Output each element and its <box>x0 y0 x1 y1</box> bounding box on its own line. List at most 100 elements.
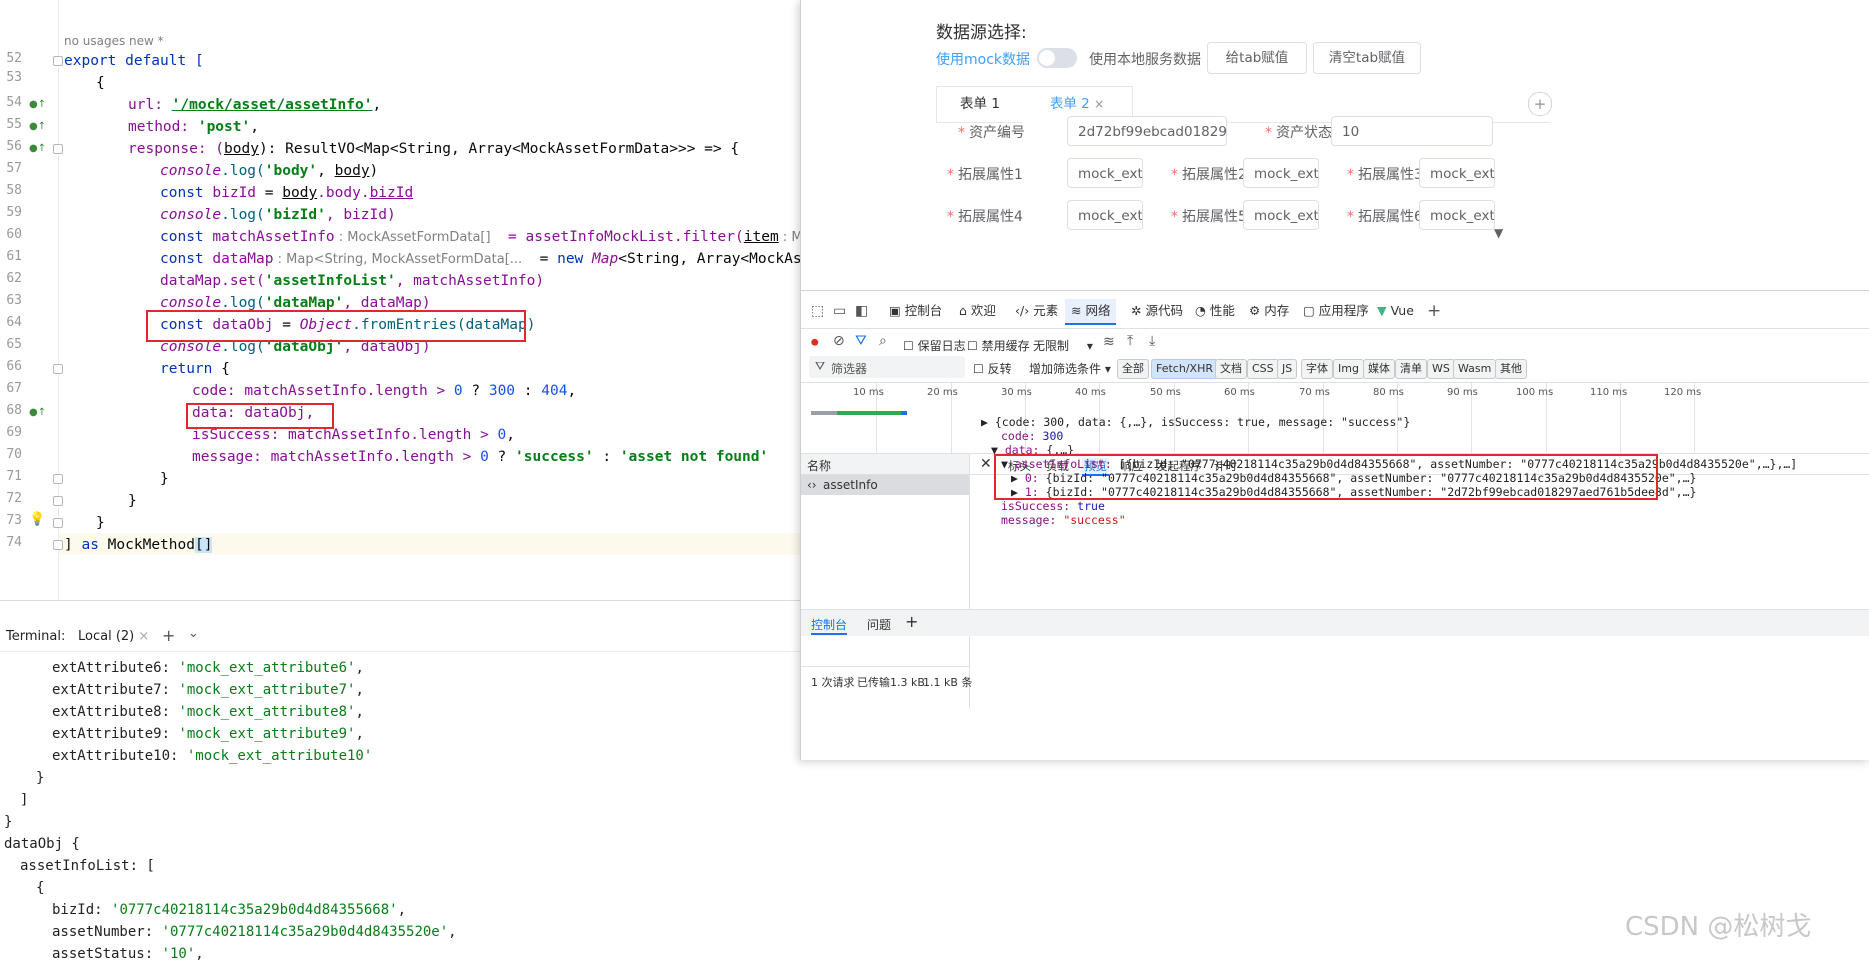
add-icon[interactable]: + <box>162 626 175 645</box>
fold-marker-icon[interactable] <box>53 474 63 484</box>
code-line-56: response: (body): ResultVO<Map<String, A… <box>128 141 740 157</box>
scroll-down-icon[interactable]: ▼ <box>1494 226 1503 240</box>
timeline-tick: 80 ms <box>1373 387 1404 398</box>
lightbulb-icon[interactable]: 💡 <box>29 513 45 526</box>
chip-img[interactable]: Img <box>1333 359 1364 379</box>
chip-ws[interactable]: WS <box>1427 359 1455 379</box>
request-row-assetinfo[interactable]: ‹› assetInfo <box>801 475 969 495</box>
upload-icon[interactable]: ⤒ <box>1127 333 1133 349</box>
add-tab-button[interactable]: + <box>1528 92 1552 116</box>
close-icon[interactable]: × <box>138 629 149 644</box>
local-data-label[interactable]: 使用本地服务数据 <box>1089 49 1201 69</box>
implementation-icon[interactable]: ●↑ <box>29 121 46 133</box>
chip-all[interactable]: 全部 <box>1117 359 1149 379</box>
chip-fetch-xhr[interactable]: Fetch/XHR <box>1151 359 1218 379</box>
datasource-switch[interactable] <box>1037 48 1077 68</box>
implementation-icon[interactable]: ●↑ <box>29 407 46 419</box>
chip-css[interactable]: CSS <box>1247 359 1279 379</box>
record-icon[interactable]: ⏺ <box>811 333 819 351</box>
ext-attr-2-input[interactable]: mock_ext_ <box>1243 158 1319 188</box>
mock-data-label[interactable]: 使用mock数据 <box>936 49 1030 69</box>
filter-input[interactable]: ⛛ 筛选器 <box>809 356 965 378</box>
ext-attr-1-label: * 拓展属性1 <box>947 167 1023 183</box>
preview-summary[interactable]: ▶ {code: 300, data: {,…}, isSuccess: tru… <box>981 415 1410 429</box>
add-drawer-tab-icon[interactable]: + <box>905 612 918 631</box>
terminal-line: extAttribute6: 'mock_ext_attribute6', <box>52 660 364 676</box>
chip-media[interactable]: 媒体 <box>1363 359 1395 379</box>
fold-marker-icon[interactable] <box>53 144 63 154</box>
chevron-down-icon[interactable]: ⌄ <box>188 626 199 641</box>
terminal-header: Terminal: Local (2) × + ⌄ <box>0 623 800 652</box>
drawer-tab-console[interactable]: 控制台 <box>811 616 848 635</box>
transferred-size: 已传输1.3 kB <box>857 676 925 689</box>
fold-marker-icon[interactable] <box>53 56 63 66</box>
fold-marker-icon[interactable] <box>53 540 63 550</box>
download-icon[interactable]: ⤓ <box>1149 333 1155 349</box>
tab-memory[interactable]: ⚙ 内存 <box>1249 299 1289 323</box>
code-line-54: url: '/mock/asset/assetInfo', <box>128 97 382 113</box>
close-icon[interactable]: ✕ <box>980 456 992 472</box>
chip-js[interactable]: JS <box>1277 359 1298 379</box>
network-conditions-icon[interactable]: ≋ <box>1103 334 1115 350</box>
preserve-log-checkbox[interactable]: ☐ 保留日志 <box>903 337 966 354</box>
ext-attr-1-input[interactable]: mock_ext_ <box>1067 158 1143 188</box>
clear-tab-button[interactable]: 清空tab赋值 <box>1313 42 1421 74</box>
timing-bar-wait <box>837 411 901 415</box>
usage-hint: no usages new * <box>64 34 164 48</box>
inspect-icon[interactable]: ⬚ <box>811 303 824 319</box>
drawer-tab-issues[interactable]: 问题 <box>867 616 891 633</box>
tab-console[interactable]: ▣ 控制台 <box>889 299 942 323</box>
line-number: 53 <box>6 70 22 85</box>
tab-application[interactable]: ▢ 应用程序 <box>1303 299 1369 323</box>
tab-form-1[interactable]: 表单 1 <box>936 86 1024 122</box>
assign-tab-button[interactable]: 给tab赋值 <box>1207 42 1307 74</box>
asset-number-input[interactable]: 2d72bf99ebcad018297aed7 <box>1067 116 1227 146</box>
name-column-header[interactable]: 名称 <box>807 457 831 474</box>
chip-font[interactable]: 字体 <box>1301 359 1333 379</box>
terminal-line: { <box>36 880 45 896</box>
tab-elements[interactable]: ‹/› 元素 <box>1015 299 1058 323</box>
device-icon[interactable]: ▭ <box>833 303 846 319</box>
chip-manifest[interactable]: 清单 <box>1395 359 1427 379</box>
ext-attr-6-input[interactable]: mock_ext_ <box>1419 200 1495 230</box>
ext-attr-5-input[interactable]: mock_ext_ <box>1243 200 1319 230</box>
line-number: 65 <box>6 337 22 352</box>
fold-marker-icon[interactable] <box>53 518 63 528</box>
tab-vue[interactable]: ▼ Vue <box>1377 299 1414 323</box>
search-icon[interactable]: ⌕ <box>879 333 887 349</box>
ext-attr-4-input[interactable]: mock_ext_ <box>1067 200 1143 230</box>
line-number: 58 <box>6 183 22 198</box>
disable-cache-checkbox[interactable]: ☐ 禁用缓存 <box>967 337 1030 354</box>
invert-checkbox[interactable]: ☐ 反转 <box>973 360 1012 377</box>
panel-toggle-icon[interactable]: ◧ <box>855 303 868 319</box>
more-filters-select[interactable]: 增加筛选条件 ▾ <box>1029 360 1111 377</box>
terminal-tab-local[interactable]: Local (2) × <box>78 629 149 644</box>
tab-close-icon[interactable]: × <box>1094 97 1104 111</box>
code-line-66: return { <box>160 361 230 377</box>
filter-icon[interactable]: ⛛ <box>855 333 867 349</box>
asset-status-input[interactable]: 10 <box>1331 116 1493 146</box>
implementation-icon[interactable]: ●↑ <box>29 99 46 111</box>
fold-marker-icon[interactable] <box>53 496 63 506</box>
chip-doc[interactable]: 文档 <box>1215 359 1247 379</box>
add-tab-icon[interactable]: + <box>1427 301 1441 321</box>
gear-icon: ⚙ <box>1249 303 1265 318</box>
tab-welcome[interactable]: ⌂ 欢迎 <box>959 299 996 323</box>
code-editor[interactable]: 52 53 54 55 56 57 58 59 60 61 62 63 64 6… <box>0 0 800 600</box>
line-number: 71 <box>6 469 22 484</box>
devtools-panel[interactable]: ⬚ ▭ ◧ ▣ 控制台 ⌂ 欢迎 ‹/› 元素 ≋ 网络 ✲ 源代码 ◔ 性能 … <box>801 290 1869 760</box>
timeline-tick: 110 ms <box>1590 387 1628 398</box>
chip-other[interactable]: 其他 <box>1495 359 1527 379</box>
tab-sources[interactable]: ✲ 源代码 <box>1131 299 1183 323</box>
timeline-tick: 20 ms <box>927 387 958 398</box>
tab-performance[interactable]: ◔ 性能 <box>1195 299 1235 323</box>
terminal-panel[interactable]: Terminal: Local (2) × + ⌄ extAttribute6:… <box>0 600 800 962</box>
ext-attr-3-input[interactable]: mock_ext_ <box>1419 158 1495 188</box>
throttle-select[interactable]: 无限制 ▾ <box>1033 337 1093 354</box>
browser-window[interactable]: 数据源选择: 使用mock数据 使用本地服务数据 给tab赋值 清空tab赋值 … <box>800 0 1869 760</box>
implementation-icon[interactable]: ●↑ <box>29 143 46 155</box>
fold-marker-icon[interactable] <box>53 364 63 374</box>
chip-wasm[interactable]: Wasm <box>1453 359 1497 379</box>
tab-network[interactable]: ≋ 网络 <box>1065 299 1117 325</box>
clear-icon[interactable]: ⊘ <box>833 333 845 349</box>
